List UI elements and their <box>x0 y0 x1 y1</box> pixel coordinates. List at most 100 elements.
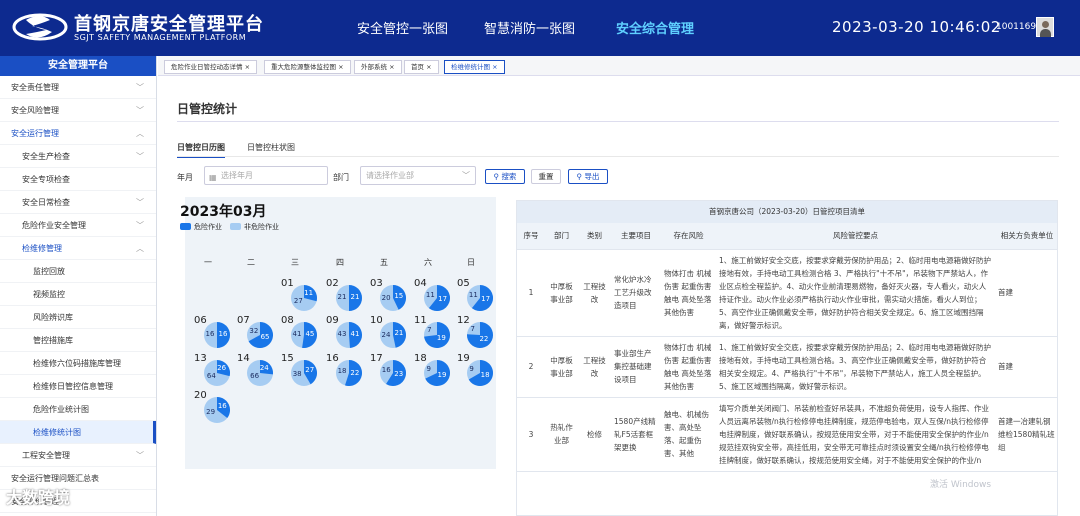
sidebar-item-playback[interactable]: 监控回放 <box>0 260 156 283</box>
dept-select[interactable]: 请选择作业部 ﹀ <box>360 166 476 185</box>
logo[interactable]: 首钢京唐安全管理平台 SGJT SAFETY MANAGEMENT PLATFO… <box>12 8 272 48</box>
close-icon[interactable]: × <box>245 63 250 71</box>
close-icon[interactable]: × <box>492 63 497 71</box>
tab-external-system[interactable]: 外部系统 × <box>354 60 402 74</box>
table-cell-proj: 1580产线精轧F5活套框架更换 <box>611 397 661 472</box>
button-label: 导出 <box>584 172 600 181</box>
sidebar-item-label: 危险作业统计图 <box>33 405 89 414</box>
table-cell-unit: 首建一冶建轧钢维检1580精轧班组 <box>995 397 1057 472</box>
sidebar-item-daily-info[interactable]: 检维修日管控信息管理 <box>0 375 156 398</box>
tab-hazard-monitor[interactable]: 重大危险源整体监控图 × <box>264 60 351 74</box>
nav-safety-management[interactable]: 安全综合管理 <box>616 18 694 37</box>
sidebar-item-production-check[interactable]: 安全生产检查 ﹀ <box>0 145 156 168</box>
subtab-bar[interactable]: 日管控柱状图 <box>247 142 295 153</box>
pie-value-normal: 18 <box>337 366 347 375</box>
sidebar-item-special-check[interactable]: 安全专项检查 <box>0 168 156 191</box>
pie-value-danger: 16 <box>218 330 228 338</box>
day-pie-10[interactable]: 21 24 <box>380 322 406 348</box>
day-pie-06[interactable]: 16 16 <box>204 322 230 348</box>
table-cell-points: 填写介质单关闭阀门、吊装前检查好吊装具，不准超负荷使用，设专人指挥、作业人员远离… <box>716 397 995 472</box>
pie-value-normal: 16 <box>205 330 215 338</box>
sidebar-item-risk-library[interactable]: 风险辨识库 <box>0 306 156 329</box>
tab-label: 首页 <box>411 63 424 71</box>
pie-value-normal: 64 <box>206 372 216 380</box>
sidebar-item-label: 管控措施库 <box>33 336 73 345</box>
table-row: 3 热轧作业部 检修 1580产线精轧F5活套框架更换 触电、机械伤害、高处坠落、起重伤… <box>517 397 1057 472</box>
nav-safety-control-map[interactable]: 安全管控一张图 <box>357 18 448 37</box>
column-header: 部门 <box>545 223 578 250</box>
table-cell-cat: 检修 <box>578 397 611 472</box>
sidebar-item-label: 工程安全管理 <box>22 451 70 460</box>
day-pie-12[interactable]: 22 7 <box>467 322 493 348</box>
sidebar-item-daily-check[interactable]: 安全日常检查 ﹀ <box>0 191 156 214</box>
tab-maintenance-stats[interactable]: 检维修统计图 × <box>444 60 505 74</box>
day-pie-07[interactable]: 65 32 <box>247 322 273 348</box>
legend-label: 危险作业 <box>194 223 222 231</box>
divider <box>177 121 1059 122</box>
day-pie-11[interactable]: 19 7 <box>424 322 450 348</box>
sidebar-item-engineering[interactable]: 工程安全管理 ﹀ <box>0 444 156 467</box>
sidebar-item-maintenance[interactable]: 检维修管理 ︿ <box>0 237 156 260</box>
pie-value-normal: 24 <box>381 330 391 339</box>
day-pie-02[interactable]: 21 21 <box>336 285 362 311</box>
tab-bar: 危险作业日管控动态详情 × 重大危险源整体监控图 × 外部系统 × 首页 × 检… <box>158 56 1080 76</box>
sidebar-item-label: 监控回放 <box>33 267 65 276</box>
tab-label: 检维修统计图 <box>451 63 490 71</box>
export-button[interactable]: ⚲ 导出 <box>568 169 608 184</box>
sidebar-item-six-code[interactable]: 检维修六位码措施库管理 <box>0 352 156 375</box>
main-panel: 日管控统计 日管控日历图 日管控柱状图 年月 ▦ 选择年月 部门 请选择作业部 ﹀ … <box>163 82 1075 516</box>
user-id[interactable]: 10011691 <box>996 22 1042 32</box>
sidebar-item-measure-library[interactable]: 管控措施库 <box>0 329 156 352</box>
search-icon: ⚲ <box>576 172 583 181</box>
table-cell-proj: 事业部生产集控基础建设项目 <box>611 336 661 398</box>
sidebar-item-video[interactable]: 视频监控 <box>0 283 156 306</box>
year-month-input[interactable]: ▦ 选择年月 <box>204 166 328 185</box>
day-pie-17[interactable]: 23 16 <box>380 360 406 386</box>
close-icon[interactable]: × <box>389 63 394 71</box>
pie-value-danger: 21 <box>350 293 360 301</box>
pie-value-normal: 21 <box>337 293 347 301</box>
pie-value-danger: 22 <box>350 369 360 378</box>
tab-dangerous-work-detail[interactable]: 危险作业日管控动态详情 × <box>164 60 258 74</box>
tab-home[interactable]: 首页 × <box>404 60 439 74</box>
day-pie-09[interactable]: 41 43 <box>336 322 362 348</box>
windows-watermark: 激活 Windows <box>930 480 992 490</box>
sidebar-item-maintenance-stats[interactable]: 检维修统计图 <box>0 421 156 444</box>
sidebar-item-dangerous-stats[interactable]: 危险作业统计图 <box>0 398 156 421</box>
chevron-down-icon: ﹀ <box>136 451 144 460</box>
day-pie-01[interactable]: 11 27 <box>291 285 317 311</box>
day-pie-19[interactable]: 18 9 <box>467 360 493 386</box>
reset-button[interactable]: 重置 <box>531 169 561 184</box>
day-pie-08[interactable]: 45 41 <box>291 322 317 348</box>
day-pie-20[interactable]: 16 29 <box>204 397 230 423</box>
table-caption: 首钢京唐公司（2023-03-20）日管控项目清单 <box>517 201 1057 223</box>
day-pie-16[interactable]: 22 18 <box>336 360 362 386</box>
table-cell-no: 1 <box>517 249 545 337</box>
table-cell-dept: 中厚板事业部 <box>545 249 578 337</box>
pie-value-normal: 43 <box>337 330 347 339</box>
sidebar-item-label: 安全日常检查 <box>22 198 70 207</box>
table-cell-unit: 首建 <box>995 249 1057 337</box>
pie-value-normal: 16 <box>381 366 391 375</box>
day-pie-13[interactable]: 26 64 <box>204 360 230 386</box>
close-icon[interactable]: × <box>426 63 431 71</box>
day-pie-05[interactable]: 17 11 <box>467 285 493 311</box>
column-header: 相关方负责单位 <box>995 223 1057 250</box>
sidebar: 安全管理平台 安全责任管理 ﹀ 安全风险管理 ﹀ 安全运行管理 ︿ 安全生产检查 ﹀ 安… <box>0 56 157 516</box>
sidebar-item-dangerous-work[interactable]: 危险作业安全管理 ﹀ <box>0 214 156 237</box>
close-icon[interactable]: × <box>338 63 343 71</box>
day-pie-18[interactable]: 19 9 <box>424 360 450 386</box>
day-pie-04[interactable]: 17 11 <box>424 285 450 311</box>
sidebar-item-risk[interactable]: 安全风险管理 ﹀ <box>0 99 156 122</box>
day-pie-14[interactable]: 24 66 <box>247 360 273 386</box>
day-pie-03[interactable]: 15 20 <box>380 285 406 311</box>
pie-value-danger: 45 <box>305 330 315 339</box>
sidebar-item-responsibility[interactable]: 安全责任管理 ﹀ <box>0 76 156 99</box>
table-cell-dept: 中厚板事业部 <box>545 336 578 398</box>
search-button[interactable]: ⚲ 搜索 <box>485 169 525 184</box>
day-pie-15[interactable]: 27 38 <box>291 360 317 386</box>
sidebar-item-operation[interactable]: 安全运行管理 ︿ <box>0 122 156 145</box>
nav-fire-control-map[interactable]: 智慧消防一张图 <box>484 18 575 37</box>
sidebar-item-label: 风险辨识库 <box>33 313 73 322</box>
avatar[interactable] <box>1036 17 1054 37</box>
